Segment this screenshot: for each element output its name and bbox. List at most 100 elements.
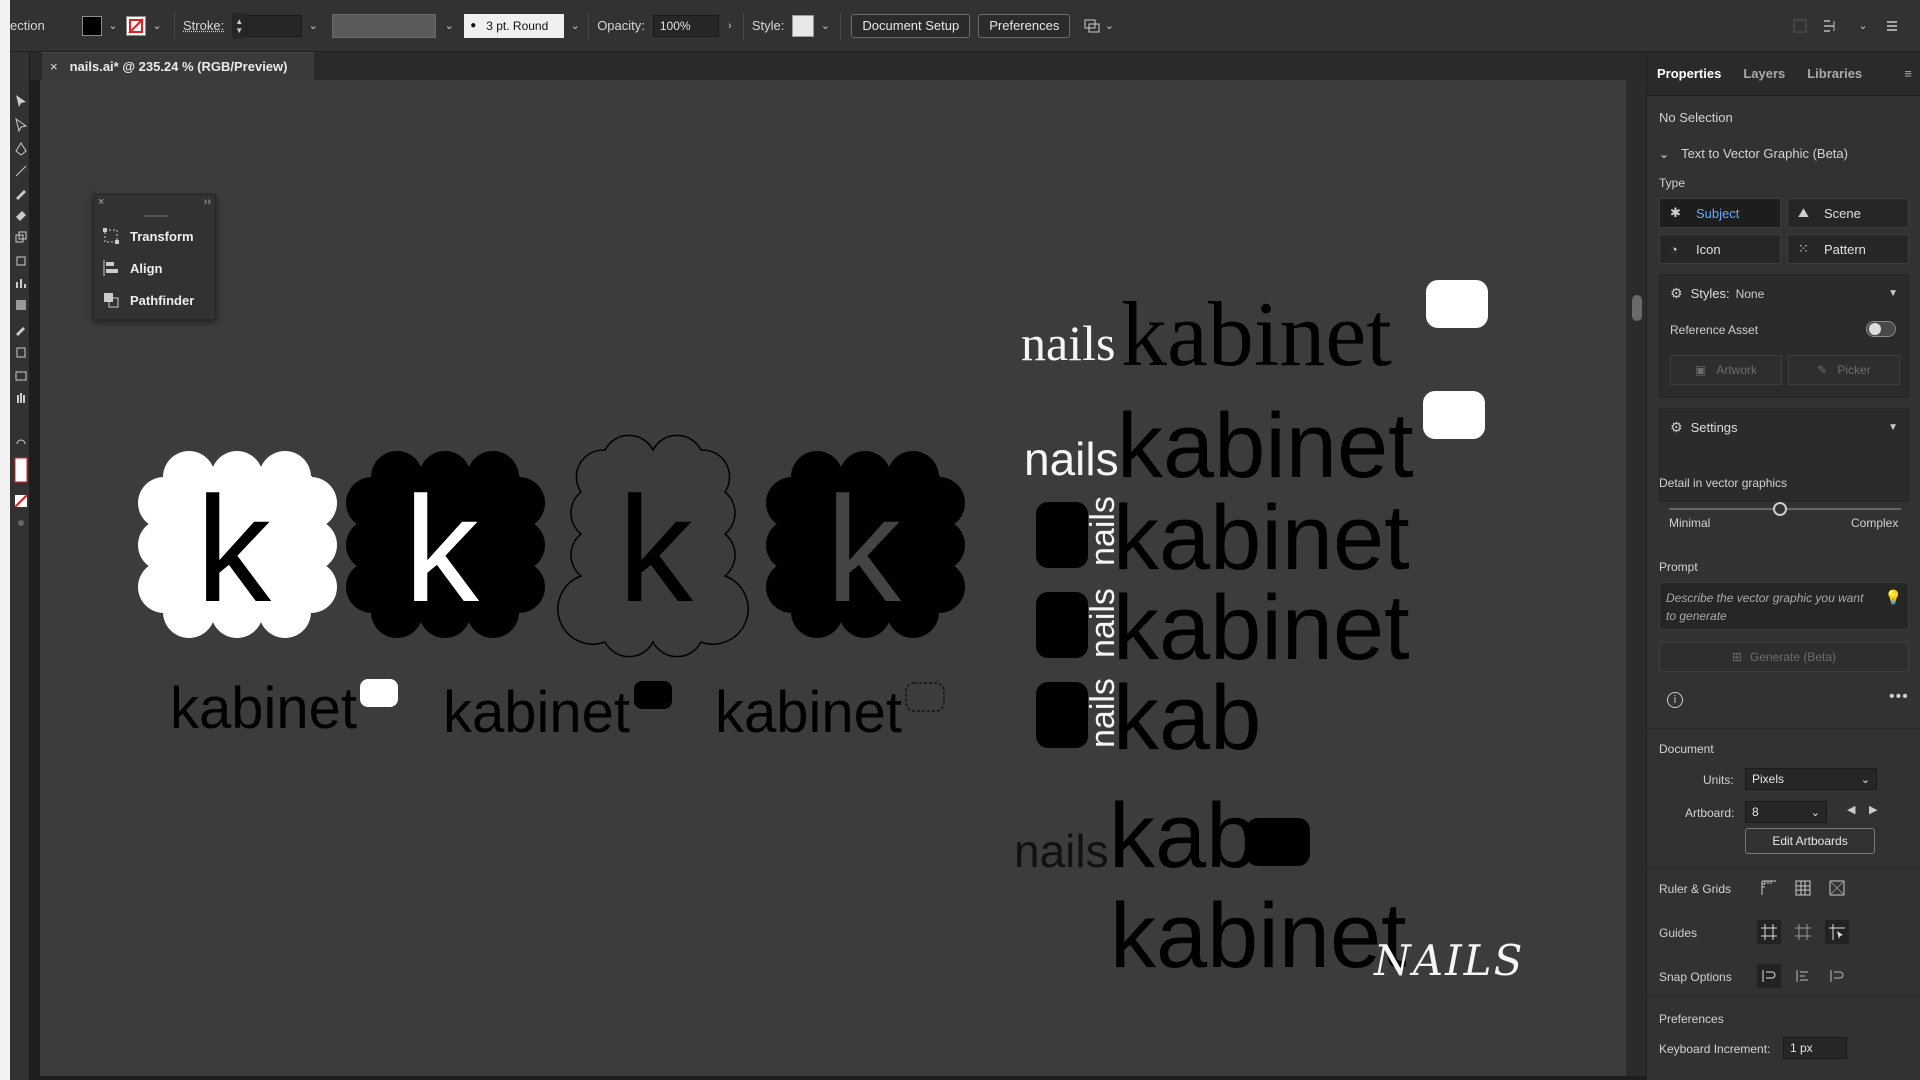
artwork-label: Artwork	[1716, 363, 1757, 377]
chevron-down-icon[interactable]: ⌄	[1856, 19, 1870, 33]
panel-grip[interactable]	[144, 215, 168, 217]
nails-serif-text[interactable]: nails	[1021, 318, 1115, 368]
collapse-icon[interactable]: ››	[204, 196, 211, 208]
more-options-icon[interactable]: •••	[1889, 688, 1909, 706]
k-letter-on-black[interactable]: k	[404, 474, 479, 624]
logo-badge-4[interactable]	[1036, 592, 1088, 658]
lightbulb-icon[interactable]: 💡	[1885, 589, 1902, 606]
type-icon-button[interactable]: ◔ Icon	[1659, 234, 1781, 264]
floating-panel-group: × ›› Transform Align Pathfinder	[93, 194, 216, 320]
ruler-grids-label: Ruler & Grids	[1659, 882, 1732, 896]
transform-icon	[103, 228, 119, 244]
mini-badge-white[interactable]	[360, 679, 398, 707]
subject-icon: ✱	[1670, 205, 1681, 220]
kabinet-text-4[interactable]: kabinet	[1113, 582, 1410, 674]
keyboard-increment-label: Keyboard Increment:	[1659, 1042, 1771, 1056]
prompt-placeholder: Describe the vector graphic you want to …	[1666, 591, 1864, 623]
mini-badge-outline[interactable]	[905, 682, 945, 712]
reference-asset-toggle[interactable]	[1866, 321, 1896, 337]
type-pattern-button[interactable]: ⁙ Pattern	[1787, 234, 1909, 264]
transform-panel-button[interactable]: Transform	[102, 225, 194, 247]
show-guides-icon[interactable]	[1757, 920, 1781, 944]
logo-badge-1[interactable]	[1426, 280, 1488, 328]
lock-guides-icon[interactable]	[1791, 920, 1815, 944]
nails-text-3[interactable]: nails	[1014, 828, 1109, 874]
detail-label: Detail in vector graphics	[1659, 476, 1788, 490]
kabinet-wordmark-1[interactable]: kabinet	[170, 680, 357, 738]
detail-slider-track[interactable]	[1669, 502, 1901, 516]
info-icon[interactable]: i	[1667, 692, 1683, 708]
picker-label: Picker	[1837, 363, 1871, 377]
type-scene-button[interactable]: ⛰ Scene	[1787, 198, 1909, 228]
styles-dropdown[interactable]: ⚙ Styles: None ▼	[1670, 285, 1898, 302]
snap-to-pixel-icon[interactable]	[1791, 964, 1815, 988]
divider	[1647, 728, 1920, 729]
tab-libraries[interactable]: Libraries	[1807, 66, 1862, 81]
type-label: Type	[1659, 176, 1686, 190]
settings-dropdown[interactable]: ⚙ Settings ▼	[1670, 419, 1898, 436]
section-title: Text to Vector Graphic (Beta)	[1681, 146, 1848, 161]
divider	[1647, 868, 1920, 869]
kabinet-text-2[interactable]: kabinet	[1117, 400, 1414, 492]
floating-panel-header[interactable]: × ››	[94, 195, 215, 209]
ruler-icon[interactable]	[1757, 876, 1781, 900]
grid-icon[interactable]	[1791, 876, 1815, 900]
type-subject-button[interactable]: ✱ Subject	[1659, 198, 1781, 228]
kabinet-serif-text[interactable]: kabinet	[1121, 288, 1392, 380]
align-icon	[103, 260, 118, 276]
nails-text-2[interactable]: nails	[1024, 436, 1119, 482]
picker-button[interactable]: ✎ Picker	[1788, 355, 1900, 385]
styles-box: ⚙ Styles: None ▼ Reference Asset ▣ Artwo…	[1659, 274, 1909, 398]
snap-icon[interactable]	[1822, 18, 1842, 34]
preferences-label: Preferences	[1659, 1012, 1724, 1026]
keyboard-increment-field[interactable]: 1 px	[1783, 1037, 1847, 1059]
control-bar-right-icons: ⌄	[1792, 18, 1900, 34]
tab-layers[interactable]: Layers	[1743, 66, 1785, 81]
units-label: Units:	[1703, 773, 1734, 787]
artwork-button[interactable]: ▣ Artwork	[1670, 355, 1782, 385]
logo-badge-2[interactable]	[1423, 391, 1485, 439]
logo-badge-3[interactable]	[1036, 502, 1088, 568]
logo-badge-5[interactable]	[1036, 682, 1088, 748]
pathfinder-panel-button[interactable]: Pathfinder	[102, 289, 194, 311]
kabinet-wordmark-2[interactable]: kabinet	[443, 684, 630, 742]
icon-type-icon: ◔	[1670, 241, 1678, 257]
prompt-label: Prompt	[1659, 560, 1698, 574]
panel-menu-icon[interactable]	[1884, 18, 1900, 34]
snap-to-glyph-icon[interactable]	[1825, 964, 1849, 988]
smart-guides-icon[interactable]	[1825, 920, 1849, 944]
kab-text-2[interactable]: kab	[1109, 790, 1257, 882]
kab-text-1[interactable]: kab	[1113, 672, 1261, 764]
kabinet-text-5[interactable]: kabinet	[1110, 890, 1407, 982]
previous-artboard-icon[interactable]: ◀	[1847, 803, 1855, 816]
detail-slider-knob[interactable]	[1773, 502, 1788, 516]
edit-artboards-button[interactable]: Edit Artboards	[1745, 828, 1875, 854]
k-letter-outline[interactable]: k	[618, 474, 693, 624]
divider	[1647, 996, 1920, 997]
kabinet-wordmark-3[interactable]: kabinet	[715, 684, 902, 742]
close-icon[interactable]: ×	[98, 196, 104, 208]
snap-to-point-icon[interactable]	[1757, 964, 1781, 988]
next-artboard-icon[interactable]: ▶	[1869, 803, 1877, 816]
k-letter-on-white[interactable]: k	[196, 474, 271, 624]
chevron-down-icon: ⌄	[1659, 146, 1670, 161]
transparency-grid-icon[interactable]	[1825, 876, 1849, 900]
text-to-vector-section-header[interactable]: ⌄ Text to Vector Graphic (Beta)	[1659, 146, 1848, 161]
panel-menu-icon[interactable]: ≡	[1904, 66, 1912, 81]
generate-button[interactable]: ⊞ Generate (Beta)	[1659, 642, 1909, 672]
transform-label: Transform	[130, 228, 194, 244]
align-panel-button[interactable]: Align	[102, 257, 163, 279]
kabinet-text-3[interactable]: kabinet	[1113, 492, 1410, 584]
pattern-icon: ⁙	[1798, 241, 1809, 256]
k-letter-grey[interactable]: k	[826, 474, 901, 624]
tab-properties[interactable]: Properties	[1657, 66, 1721, 81]
mini-badge-black[interactable]	[634, 681, 672, 709]
units-select[interactable]: Pixels ⌄	[1745, 768, 1877, 790]
artboard-select[interactable]: 8 ⌄	[1745, 801, 1827, 823]
reference-asset-label: Reference Asset	[1670, 323, 1759, 337]
prompt-input[interactable]: Describe the vector graphic you want to …	[1659, 582, 1909, 630]
detail-min-label: Minimal	[1669, 516, 1711, 530]
nails-script-text[interactable]: NAILS	[1374, 940, 1524, 982]
grid-toggle-icon[interactable]	[1792, 18, 1808, 34]
chevron-down-icon: ⌄	[1860, 773, 1870, 786]
